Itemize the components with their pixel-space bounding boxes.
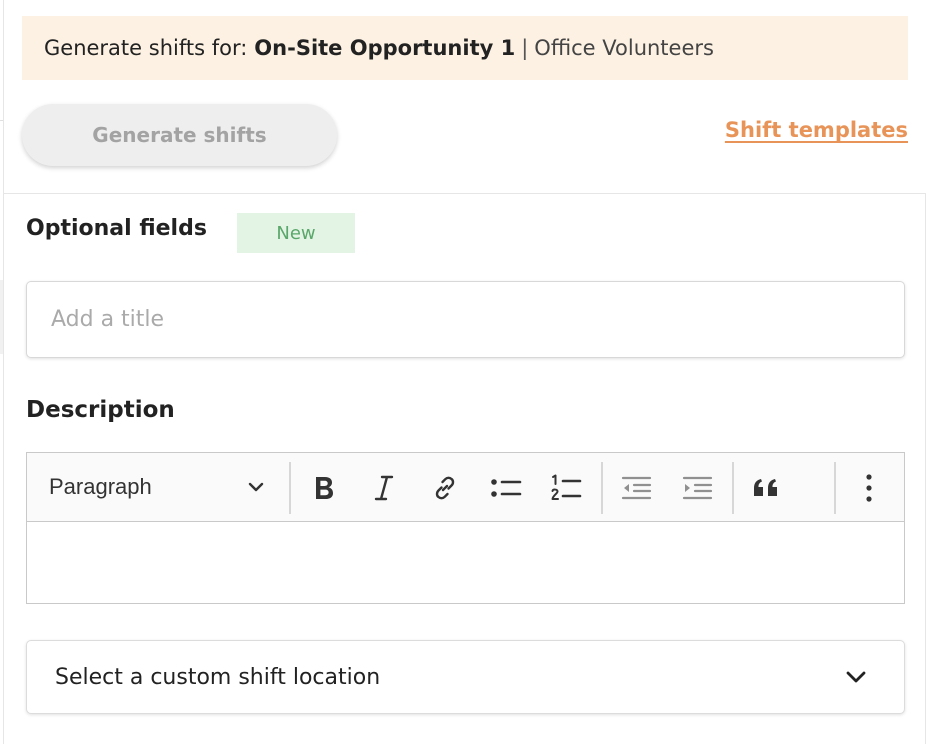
section-divider	[4, 193, 925, 194]
description-content-area[interactable]	[27, 522, 904, 603]
optional-fields-heading: Optional fields	[26, 216, 207, 241]
panel-left-border	[3, 0, 4, 744]
description-editor: Paragraph	[26, 452, 905, 604]
outdent-icon[interactable]	[615, 467, 657, 509]
toolbar-separator	[834, 462, 836, 514]
opportunity-name: On-Site Opportunity 1	[254, 36, 516, 60]
description-heading: Description	[26, 397, 175, 423]
shift-title-input[interactable]	[26, 281, 905, 358]
indent-icon[interactable]	[676, 467, 718, 509]
paragraph-format-label: Paragraph	[49, 474, 152, 499]
link-icon[interactable]	[424, 467, 466, 509]
generate-shifts-button[interactable]: Generate shifts	[22, 104, 337, 166]
shift-location-select[interactable]: Select a custom shift location	[26, 640, 905, 714]
blockquote-icon[interactable]	[746, 467, 788, 509]
bulleted-list-icon[interactable]	[485, 467, 527, 509]
numbered-list-icon[interactable]	[545, 467, 587, 509]
toolbar-separator	[601, 462, 603, 514]
team-name: Office Volunteers	[534, 36, 714, 60]
toolbar-separator	[732, 462, 734, 514]
banner-prefix: Generate shifts for:	[44, 36, 248, 60]
toolbar-separator	[289, 462, 291, 514]
generate-shifts-banner: Generate shifts for: On-Site Opportunity…	[22, 16, 908, 80]
banner-separator: |	[521, 36, 529, 60]
shift-location-placeholder: Select a custom shift location	[55, 664, 381, 690]
italic-icon[interactable]	[363, 467, 405, 509]
panel-edge-mark	[0, 120, 3, 121]
editor-toolbar: Paragraph	[27, 453, 904, 522]
chevron-down-icon	[247, 479, 265, 498]
more-options-icon[interactable]	[848, 467, 890, 509]
paragraph-format-select[interactable]: Paragraph	[27, 453, 289, 521]
new-badge: New	[237, 213, 355, 253]
bold-icon[interactable]	[303, 467, 345, 509]
chevron-down-icon	[844, 669, 868, 689]
panel-edge-mark	[0, 280, 3, 354]
shift-templates-link[interactable]: Shift templates	[725, 118, 908, 142]
